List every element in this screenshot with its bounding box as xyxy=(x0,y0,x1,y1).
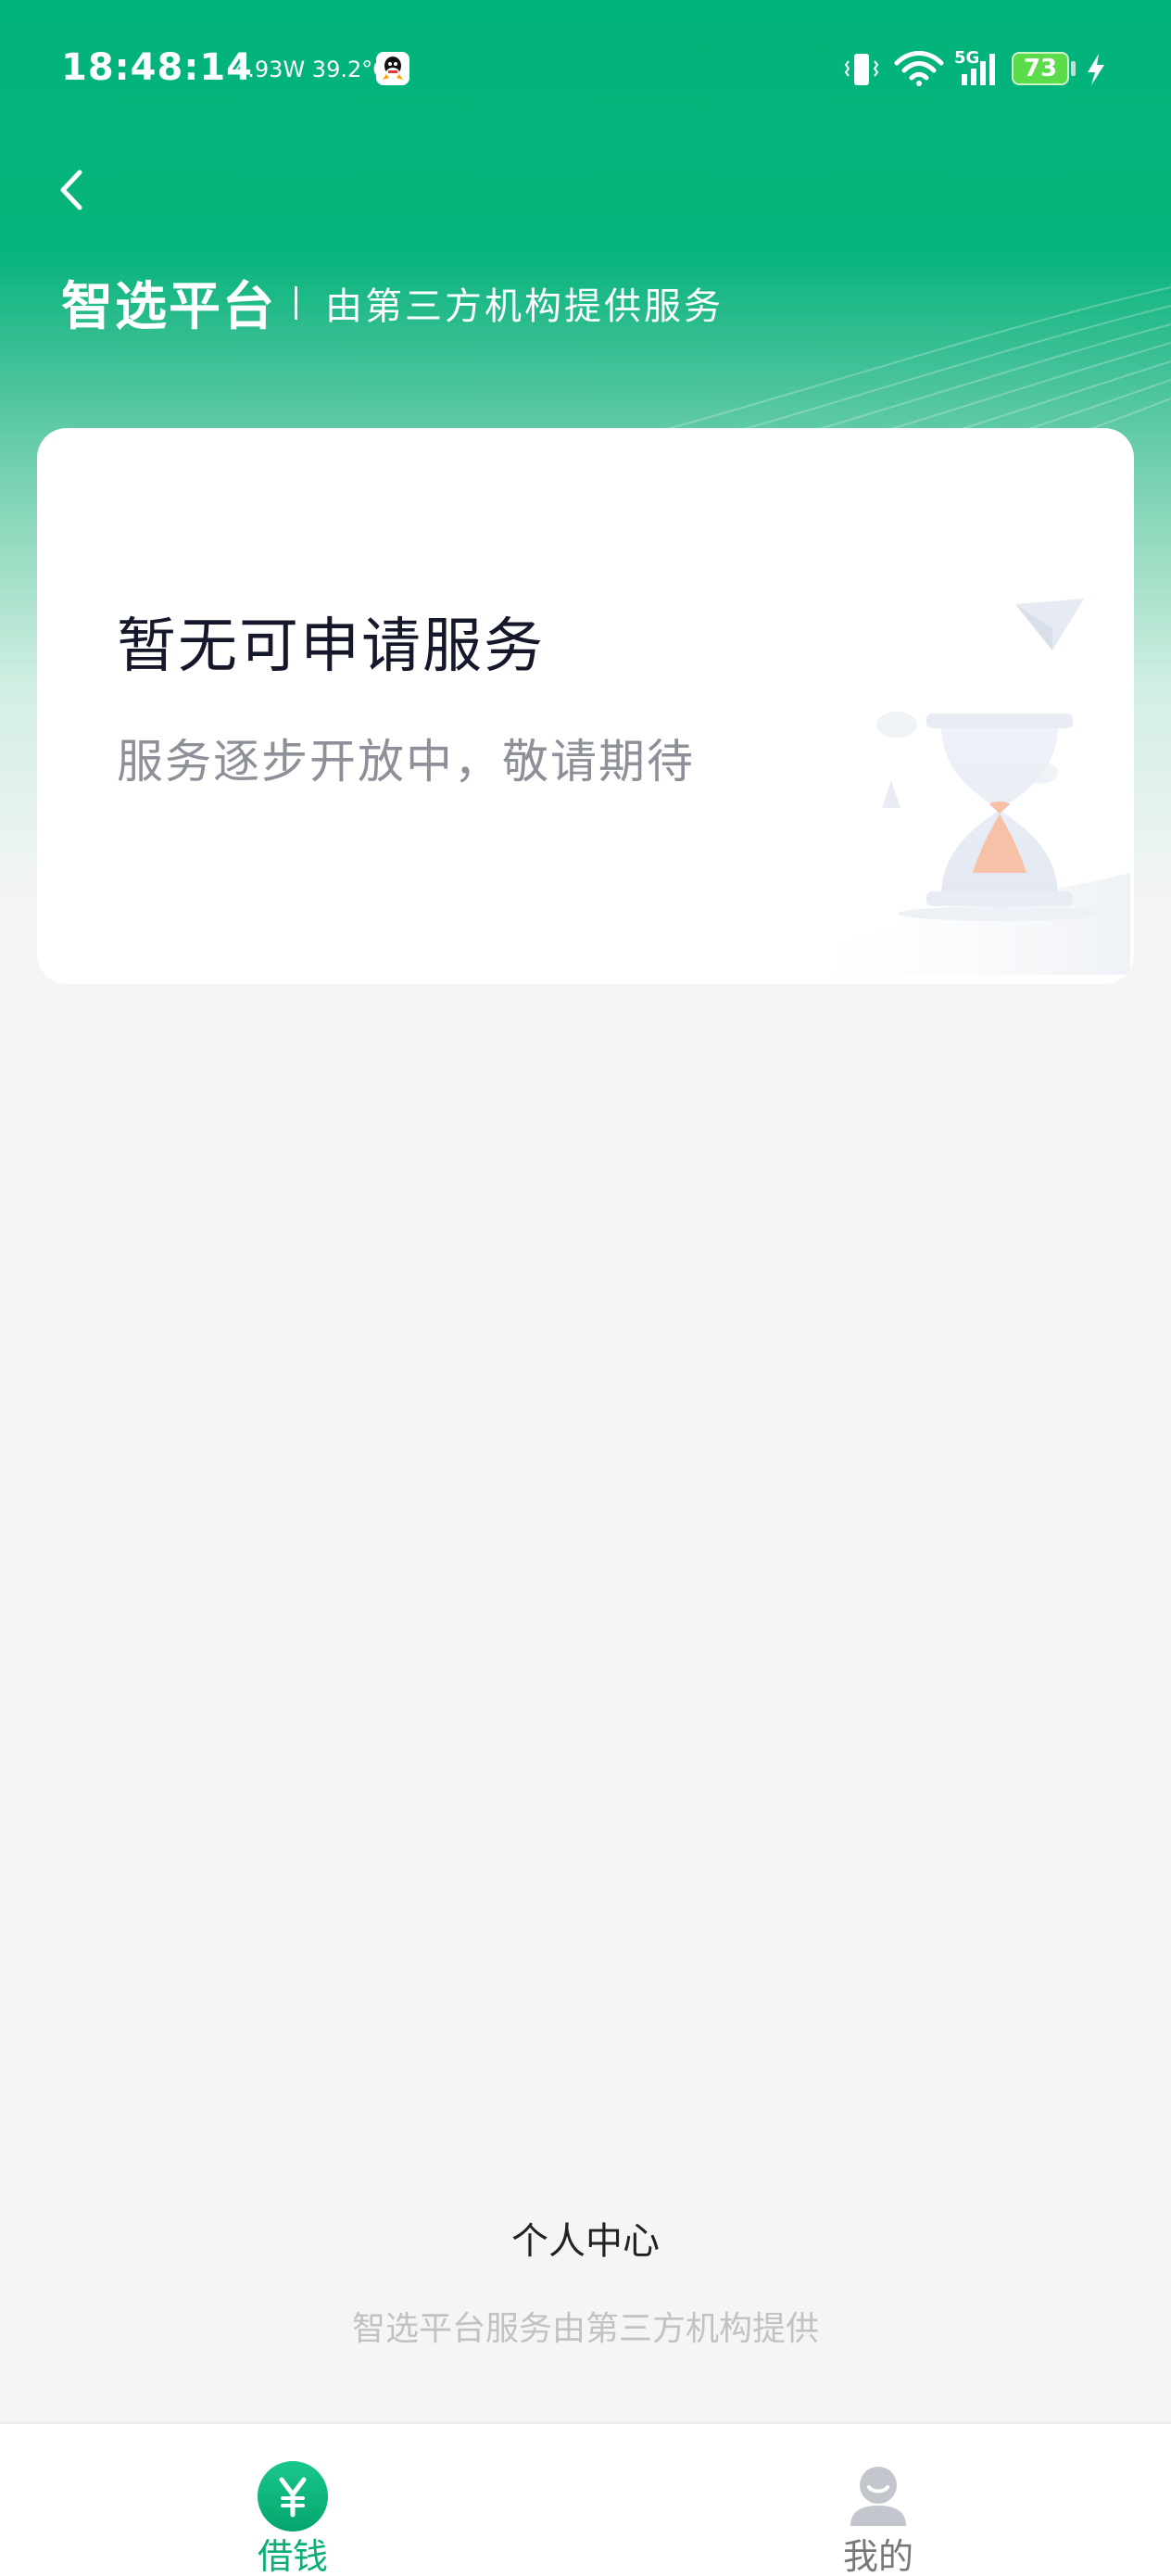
signal-icon xyxy=(962,54,995,85)
tab-mine[interactable]: 我的 xyxy=(586,2424,1171,2576)
vibrate-icon xyxy=(844,54,879,85)
charging-icon xyxy=(1088,54,1104,85)
empty-state-title: 暂无可申请服务 xyxy=(117,612,545,681)
battery-cap xyxy=(1071,61,1076,76)
title-divider xyxy=(295,285,297,320)
status-bar: 18:48:14 4.93W 39.2°C 5G 73 xyxy=(0,0,1171,139)
qq-icon xyxy=(376,52,409,85)
page: 18:48:14 4.93W 39.2°C 5G 73 智选平台 由第三方机构提… xyxy=(0,0,1171,2576)
tab-mine-label: 我的 xyxy=(842,2536,913,2576)
header-title-row: 智选平台 由第三方机构提供服务 xyxy=(61,265,724,340)
footer-note: 智选平台服务由第三方机构提供 xyxy=(351,2310,819,2348)
battery-level: 73 xyxy=(1023,55,1058,82)
back-button[interactable] xyxy=(48,163,104,219)
user-icon xyxy=(850,2467,906,2526)
status-power-info: 4.93W 39.2°C xyxy=(233,57,388,82)
empty-state-description: 服务逐步开放中，敬请期待 xyxy=(117,735,695,789)
personal-center-link[interactable]: 个人中心 xyxy=(0,2211,1171,2265)
page-title: 智选平台 xyxy=(61,277,276,337)
tab-borrow-label: 借钱 xyxy=(257,2536,328,2576)
hourglass-illustration xyxy=(778,599,1130,975)
empty-state-card: 暂无可申请服务 服务逐步开放中，敬请期待 xyxy=(37,428,1134,984)
page-subtitle: 由第三方机构提供服务 xyxy=(325,284,724,328)
tab-borrow[interactable]: 借钱 xyxy=(0,2424,586,2576)
status-time: 18:48:14 xyxy=(61,46,253,89)
bottom-tab-bar: 借钱 我的 xyxy=(0,2422,1171,2576)
wifi-icon xyxy=(894,51,944,86)
yen-icon xyxy=(258,2461,328,2532)
chevron-left-icon xyxy=(60,170,82,210)
battery-indicator: 73 xyxy=(1012,52,1069,85)
